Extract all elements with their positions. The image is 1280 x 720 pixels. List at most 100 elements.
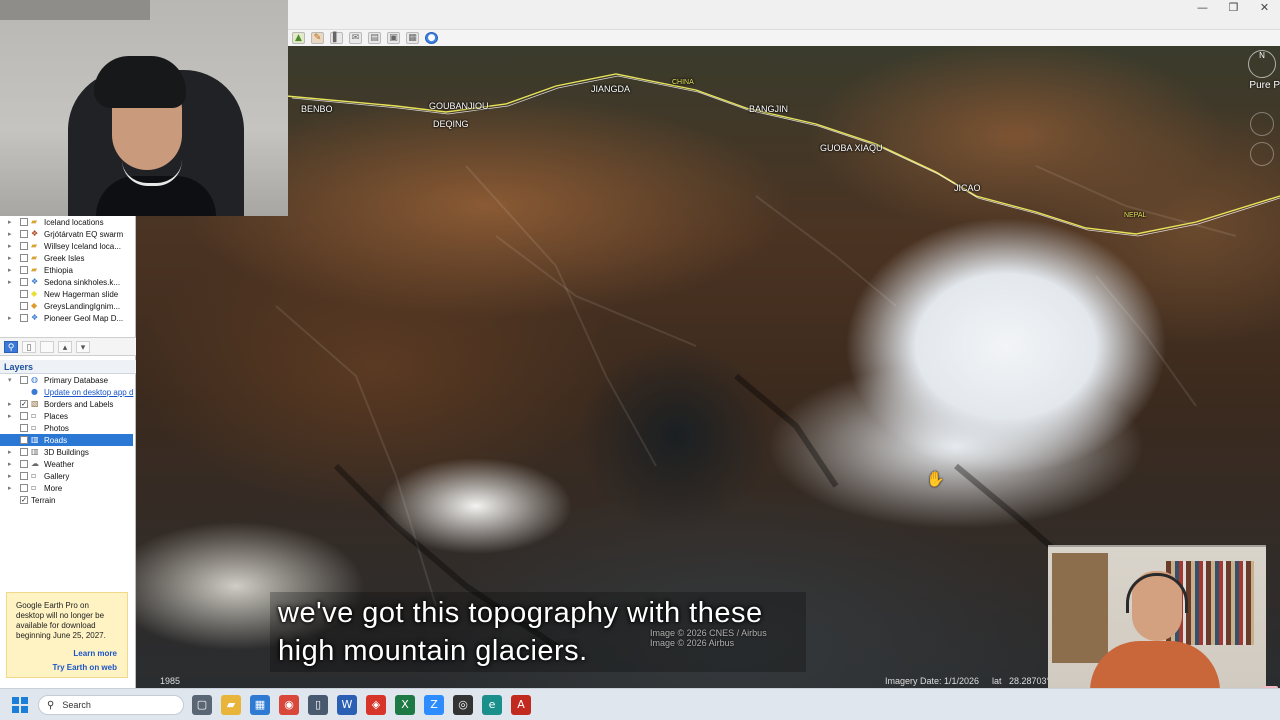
edge-icon[interactable]: e bbox=[482, 695, 502, 715]
checkbox[interactable] bbox=[20, 230, 28, 238]
layer-item-photos[interactable]: ▫ Photos bbox=[0, 422, 136, 434]
folder-icon: ▰ bbox=[31, 217, 38, 226]
folder-icon: ▰ bbox=[31, 265, 38, 274]
move-down-icon[interactable]: ▾ bbox=[76, 340, 90, 353]
layer-item-update-link[interactable]: ● Update on desktop app d bbox=[0, 386, 136, 398]
checkbox[interactable] bbox=[20, 412, 28, 420]
restore-button[interactable]: ❐ bbox=[1218, 0, 1249, 16]
layer-item-roads[interactable]: ▥ Roads bbox=[0, 434, 133, 446]
places-item[interactable]: ▸ ▰ Greek Isles bbox=[0, 252, 136, 264]
path-icon[interactable]: ✎ bbox=[311, 32, 324, 44]
places-icon: ▫ bbox=[31, 411, 37, 420]
info-icon: ● bbox=[31, 387, 38, 396]
layer-item-primary-database[interactable]: ▾ ◍ Primary Database bbox=[0, 374, 136, 386]
imagery-date: Imagery Date: 1/1/2026 bbox=[885, 676, 980, 686]
bookshelf bbox=[1052, 553, 1108, 663]
checkbox[interactable] bbox=[20, 314, 28, 322]
place-label: JICAO bbox=[954, 183, 981, 193]
checkbox[interactable] bbox=[20, 460, 28, 468]
checkbox[interactable]: ✓ bbox=[20, 400, 28, 408]
places-item[interactable]: ▸ ▰ Ethiopia bbox=[0, 264, 136, 276]
kml-icon: ❖ bbox=[31, 229, 39, 238]
checkbox[interactable] bbox=[20, 424, 28, 432]
adobe-icon[interactable]: ◈ bbox=[366, 695, 386, 715]
learn-more-link[interactable]: Learn more bbox=[73, 649, 117, 659]
layer-item-weather[interactable]: ▸ ☁ Weather bbox=[0, 458, 136, 470]
place-label: CHINA bbox=[672, 79, 694, 86]
presenter-hair bbox=[94, 56, 186, 108]
kml-icon: ❖ bbox=[31, 277, 39, 286]
checkbox[interactable] bbox=[20, 376, 28, 384]
places-item[interactable]: ▸ ▰ Willsey Iceland loca... bbox=[0, 240, 136, 252]
checkbox[interactable] bbox=[20, 484, 28, 492]
caption-line: high mountain glaciers. bbox=[278, 635, 588, 667]
move-control-icon[interactable] bbox=[1250, 142, 1274, 166]
borders-icon: ▧ bbox=[31, 399, 39, 408]
view-in-maps-icon[interactable]: ▦ bbox=[406, 32, 419, 44]
compass-icon[interactable]: N bbox=[1248, 50, 1276, 78]
task-view-icon[interactable]: ▢ bbox=[192, 695, 212, 715]
place-label: DEQING bbox=[433, 119, 469, 129]
checkbox[interactable] bbox=[20, 242, 28, 250]
places-toolbar: ⚲ ▯ ▴ ▾ bbox=[0, 338, 136, 356]
move-up-icon[interactable]: ▴ bbox=[58, 340, 72, 353]
layer-item-more[interactable]: ▸ ▫ More bbox=[0, 482, 136, 494]
checkbox[interactable] bbox=[20, 448, 28, 456]
place-label: GOUBANJIOU bbox=[429, 101, 489, 111]
document-icon[interactable]: ▯ bbox=[308, 695, 328, 715]
places-item[interactable]: ◆ GreysLandingIgnim... bbox=[0, 300, 136, 312]
layer-item-terrain[interactable]: ✓ Terrain bbox=[0, 494, 136, 506]
checkbox[interactable] bbox=[20, 290, 28, 298]
checkbox[interactable] bbox=[20, 218, 28, 226]
place-label: BANGJIN bbox=[749, 104, 789, 114]
search-icon[interactable]: ⚲ bbox=[4, 340, 18, 353]
sidebar-toggle-icon[interactable]: ▯ bbox=[22, 340, 36, 353]
checkbox[interactable] bbox=[20, 302, 28, 310]
layers-header[interactable]: Layers bbox=[0, 360, 136, 374]
taskbar-search[interactable]: ⚲ Search bbox=[38, 695, 184, 715]
weather-icon: ☁ bbox=[31, 459, 39, 468]
start-icon[interactable] bbox=[12, 697, 28, 713]
places-item[interactable]: ▸ ❖ Sedona sinkholes.k... bbox=[0, 276, 136, 288]
earth-icon[interactable]: ● bbox=[425, 32, 438, 44]
layers-list: ▾ ◍ Primary Database ● Update on desktop ap… bbox=[0, 374, 136, 506]
minimize-button[interactable]: — bbox=[1187, 0, 1218, 16]
file-explorer-icon[interactable]: ▰ bbox=[221, 695, 241, 715]
email-icon[interactable]: ✉ bbox=[349, 32, 362, 44]
look-control-icon[interactable] bbox=[1250, 112, 1274, 136]
checkbox[interactable] bbox=[20, 436, 28, 444]
acrobat-icon[interactable]: A bbox=[511, 695, 531, 715]
try-earth-web-link[interactable]: Try Earth on web bbox=[53, 663, 117, 673]
layer-item-gallery[interactable]: ▸ ▫ Gallery bbox=[0, 470, 136, 482]
tour-icon[interactable]: ▌ bbox=[330, 32, 343, 44]
hand-cursor-icon: ✋ bbox=[926, 470, 945, 488]
store-icon[interactable]: ▦ bbox=[250, 695, 270, 715]
places-panel: ▸ ▰ Iceland locations ▸ ❖ Grjótárvatn EQ swa… bbox=[0, 216, 136, 338]
checkbox[interactable] bbox=[20, 266, 28, 274]
background-door bbox=[0, 0, 150, 20]
layer-item-borders-and-labels[interactable]: ▸ ✓ ▧ Borders and Labels bbox=[0, 398, 136, 410]
checkbox[interactable]: ✓ bbox=[20, 496, 28, 504]
blank-icon[interactable] bbox=[40, 340, 54, 353]
search-placeholder: Search bbox=[62, 700, 91, 710]
github-icon[interactable]: ◎ bbox=[453, 695, 473, 715]
checkbox[interactable] bbox=[20, 472, 28, 480]
checkbox[interactable] bbox=[20, 254, 28, 262]
checkbox[interactable] bbox=[20, 278, 28, 286]
close-button[interactable]: ✕ bbox=[1249, 0, 1280, 16]
historical-year[interactable]: 1985 bbox=[160, 676, 180, 686]
layer-item-3d-buildings[interactable]: ▸ ▥ 3D Buildings bbox=[0, 446, 136, 458]
print-icon[interactable]: ▤ bbox=[368, 32, 381, 44]
places-item[interactable]: ▸ ▰ Iceland locations bbox=[0, 216, 136, 228]
image-overlay-icon[interactable]: ▲ bbox=[292, 32, 305, 44]
excel-icon[interactable]: X bbox=[395, 695, 415, 715]
chrome-icon[interactable]: ◉ bbox=[279, 695, 299, 715]
save-image-icon[interactable]: ▣ bbox=[387, 32, 400, 44]
places-item[interactable]: ◆ New Hagerman slide bbox=[0, 288, 136, 300]
places-item[interactable]: ▸ ❖ Pioneer Geol Map D... bbox=[0, 312, 136, 324]
word-icon[interactable]: W bbox=[337, 695, 357, 715]
zoom-icon[interactable]: Z bbox=[424, 695, 444, 715]
polygon-icon: ◆ bbox=[31, 301, 38, 310]
layer-item-places[interactable]: ▸ ▫ Places bbox=[0, 410, 136, 422]
places-item[interactable]: ▸ ❖ Grjótárvatn EQ swarm bbox=[0, 228, 136, 240]
